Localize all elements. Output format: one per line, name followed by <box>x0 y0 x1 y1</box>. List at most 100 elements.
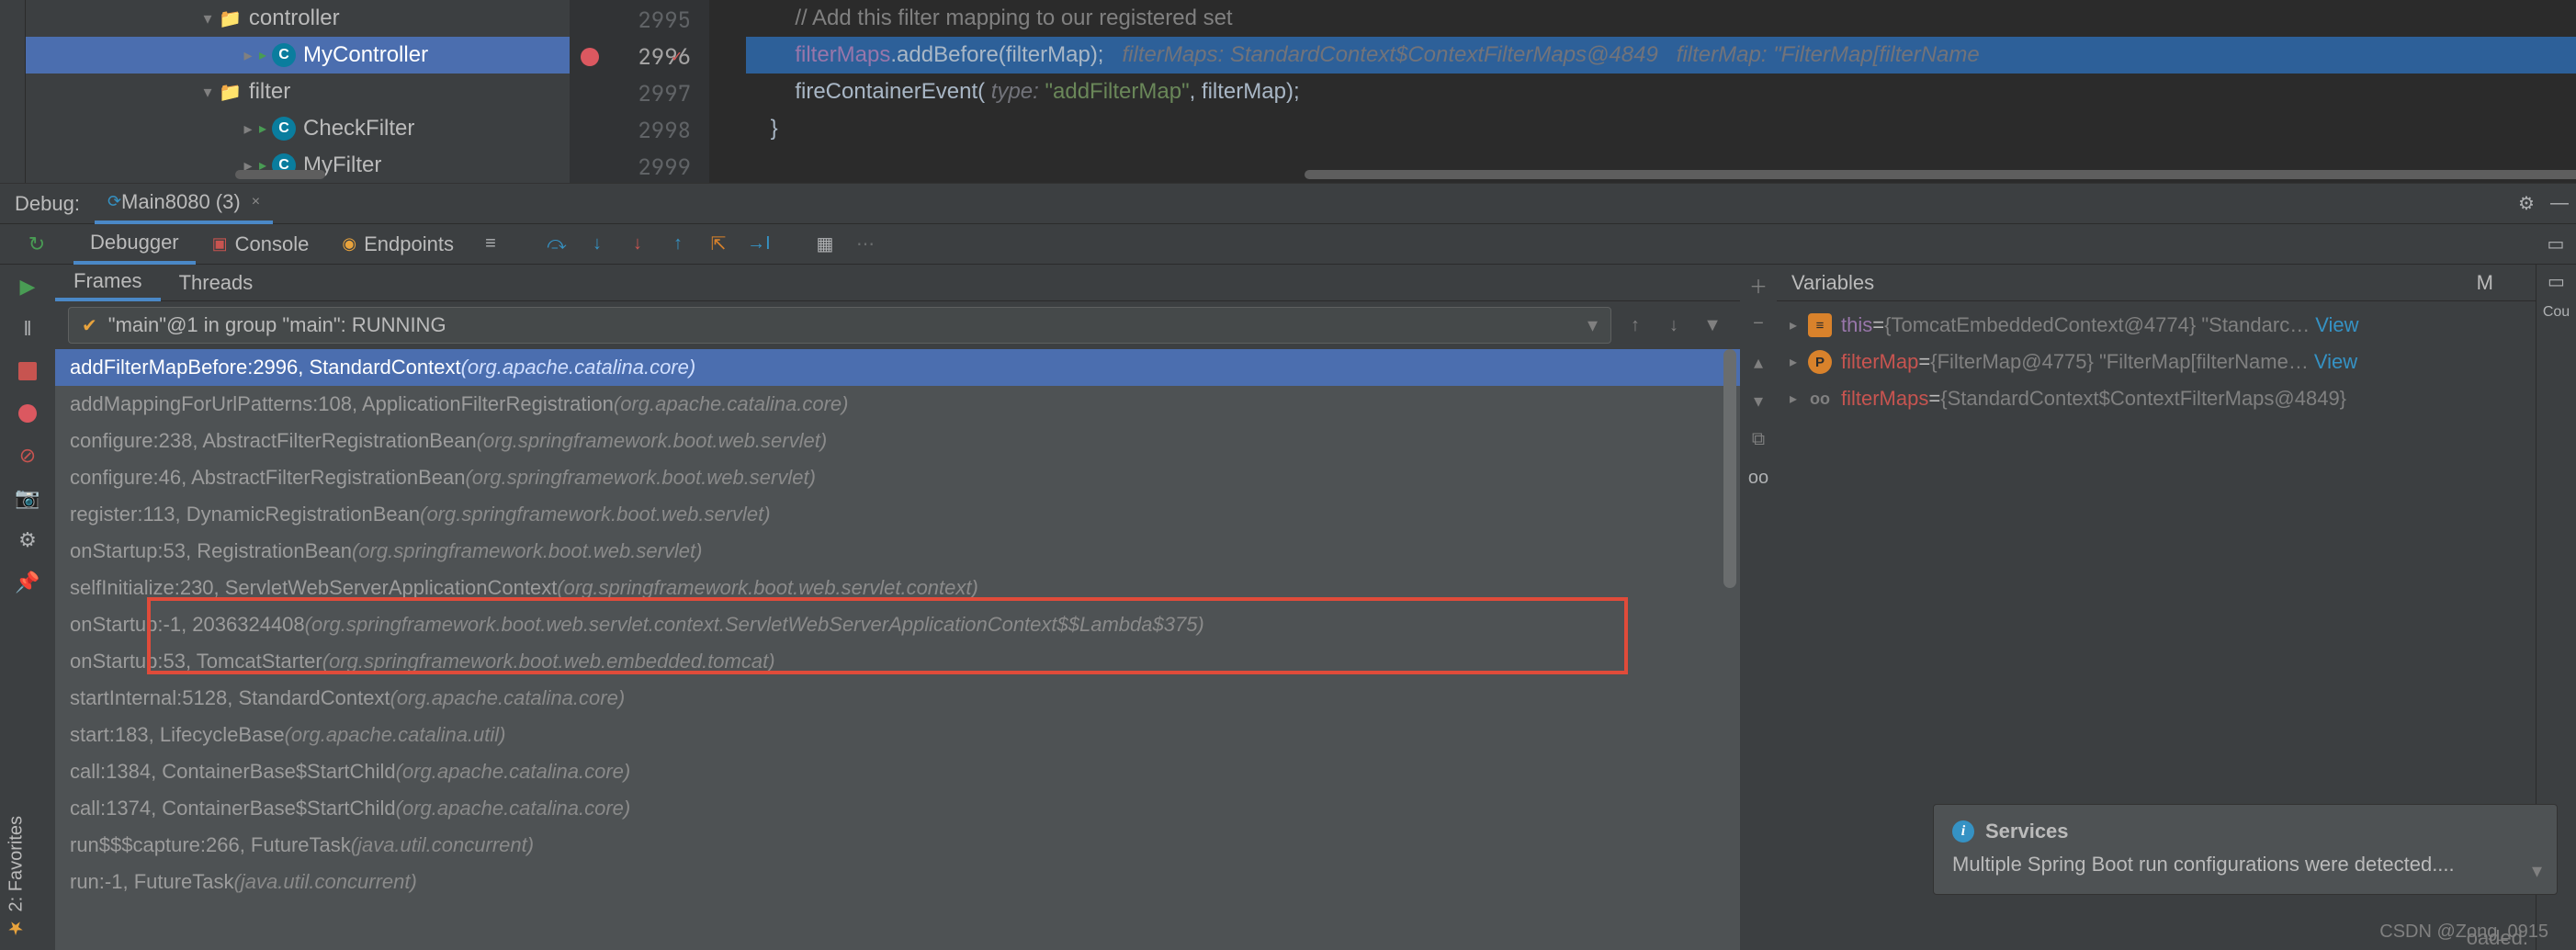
mute-breakpoints-icon[interactable]: ⊘ <box>11 439 44 472</box>
stack-frame[interactable]: run$$$capture:266, FutureTask (java.util… <box>55 827 1740 864</box>
thread-selector[interactable]: ✔ "main"@1 in group "main": RUNNING ▾ <box>68 307 1611 344</box>
stack-frame[interactable]: selfInitialize:230, ServletWebServerAppl… <box>55 570 1740 606</box>
variables-list[interactable]: ▸≡this = {TomcatEmbeddedContext@4774} "S… <box>1777 301 2536 619</box>
next-frame-icon[interactable]: ↓ <box>1659 315 1689 336</box>
stack-frame[interactable]: configure:238, AbstractFilterRegistratio… <box>55 423 1740 459</box>
stack-frame[interactable]: startInternal:5128, StandardContext (org… <box>55 680 1740 717</box>
glasses-icon[interactable]: oo <box>1744 463 1773 492</box>
tree-label: CheckFilter <box>303 116 414 141</box>
m-label: M <box>2477 271 2493 295</box>
run-to-cursor-icon[interactable]: →I <box>739 233 779 254</box>
evaluate-icon[interactable]: ▦ <box>805 232 845 255</box>
drop-frame-icon[interactable]: ⇱ <box>698 232 739 255</box>
frames-side-toolbar: ＋ − ▴ ▾ ⧉ oo <box>1740 265 1777 950</box>
stack-frame[interactable]: addFilterMapBefore:2996, StandardContext… <box>55 349 1740 386</box>
resume-icon[interactable]: ▶ <box>11 270 44 303</box>
code-line[interactable]: filterMaps.addBefore(filterMap); filterM… <box>746 37 2576 74</box>
breakpoint-icon[interactable] <box>581 48 599 66</box>
frames-list[interactable]: addFilterMapBefore:2996, StandardContext… <box>55 349 1740 950</box>
tree-item[interactable]: ▾📁controller <box>26 0 570 37</box>
view-link[interactable]: View <box>2315 313 2358 337</box>
code-line[interactable]: // Add this filter mapping to our regist… <box>746 0 2576 37</box>
stack-frame[interactable]: start:183, LifecycleBase (org.apache.cat… <box>55 717 1740 753</box>
project-tree[interactable]: ▾📁controller▸▸CMyController▾📁filter▸▸CCh… <box>26 0 570 183</box>
tree-expand-icon[interactable]: ▸ <box>241 46 255 65</box>
debug-toolbar: ↻ Debugger ▣ Console ◉ Endpoints ≡ ⤼ ↓ ↓… <box>0 224 2576 265</box>
force-step-into-icon[interactable]: ↓ <box>617 233 658 254</box>
add-watch-icon[interactable]: ＋ <box>1744 270 1773 300</box>
var-name: this <box>1841 313 1872 337</box>
camera-icon[interactable]: 📷 <box>11 481 44 515</box>
view-breakpoints-icon[interactable] <box>11 397 44 430</box>
copy-icon[interactable]: ⧉ <box>1744 424 1773 454</box>
rerun-icon[interactable]: ↻ <box>28 232 45 256</box>
settings-icon[interactable]: ⚙ <box>11 524 44 557</box>
tree-expand-icon[interactable]: ▾ <box>200 9 215 28</box>
step-into-icon[interactable]: ↓ <box>577 233 617 254</box>
stack-frame[interactable]: call:1384, ContainerBase$StartChild (org… <box>55 753 1740 790</box>
pin-icon[interactable]: 📌 <box>11 566 44 599</box>
frames-tab[interactable]: Frames <box>55 265 161 301</box>
editor-code[interactable]: // Add this filter mapping to our regist… <box>709 0 2576 183</box>
gutter-line[interactable]: 2998 <box>570 112 709 149</box>
gutter-line[interactable]: 2997 <box>570 75 709 112</box>
tree-expand-icon[interactable]: ▾ <box>200 83 215 102</box>
up-icon[interactable]: ▴ <box>1744 347 1773 377</box>
gear-icon[interactable]: ⚙ <box>2510 192 2543 215</box>
tree-scrollbar[interactable] <box>235 170 325 179</box>
tab-endpoints[interactable]: ◉ Endpoints <box>325 224 470 265</box>
tree-expand-icon[interactable]: ▸ <box>241 119 255 139</box>
remove-watch-icon[interactable]: − <box>1744 309 1773 338</box>
step-over-icon[interactable]: ⤼ <box>537 233 577 254</box>
view-link[interactable]: View <box>2314 350 2357 374</box>
threads-tab[interactable]: Threads <box>161 265 272 301</box>
gutter-strip <box>0 0 26 183</box>
frames-scrollbar[interactable] <box>1723 349 1736 588</box>
variable-row[interactable]: ▸oofilterMaps = {StandardContext$Context… <box>1777 380 2536 417</box>
notification-popup[interactable]: i Services Multiple Spring Boot run conf… <box>1933 804 2558 895</box>
stack-frame[interactable]: onStartup:53, RegistrationBean (org.spri… <box>55 533 1740 570</box>
gutter-line[interactable]: 2999 <box>570 149 709 183</box>
stack-frame[interactable]: addMappingForUrlPatterns:108, Applicatio… <box>55 386 1740 423</box>
filter-icon[interactable]: ▼ <box>1698 315 1727 336</box>
prev-frame-icon[interactable]: ↑ <box>1621 315 1650 336</box>
variable-row[interactable]: ▸≡this = {TomcatEmbeddedContext@4774} "S… <box>1777 307 2536 344</box>
expand-icon[interactable]: ▸ <box>1790 316 1808 334</box>
gutter-line[interactable]: ✓2996 <box>570 39 709 75</box>
trace-icon[interactable]: ⋯ <box>845 232 886 255</box>
down-icon[interactable]: ▾ <box>1744 386 1773 415</box>
code-line[interactable]: } <box>746 110 2576 147</box>
pause-icon[interactable]: ‖ <box>11 312 44 345</box>
layout-icon[interactable]: ▭ <box>2536 232 2576 255</box>
stop-button[interactable] <box>11 355 44 388</box>
notification-body: Multiple Spring Boot run configurations … <box>1952 851 2538 879</box>
minimize-icon[interactable]: — <box>2543 193 2576 214</box>
tree-item[interactable]: ▾📁filter <box>26 74 570 110</box>
stack-frame[interactable]: onStartup:-1, 2036324408 (org.springfram… <box>55 606 1740 643</box>
tab-console[interactable]: ▣ Console <box>196 224 326 265</box>
stack-frame[interactable]: call:1374, ContainerBase$StartChild (org… <box>55 790 1740 827</box>
chevron-down-icon[interactable]: ▾ <box>2532 859 2542 883</box>
step-out-icon[interactable]: ↑ <box>658 233 698 254</box>
editor[interactable]: 2995✓2996299729982999 // Add this filter… <box>570 0 2576 183</box>
expand-icon[interactable]: ▸ <box>1790 353 1808 371</box>
gutter-line[interactable]: 2995 <box>570 2 709 39</box>
expand-icon[interactable]: ▸ <box>1790 390 1808 408</box>
code-line[interactable]: fireContainerEvent( type: "addFilterMap"… <box>746 74 2576 110</box>
tab-debugger[interactable]: Debugger <box>73 224 196 265</box>
close-icon[interactable]: × <box>252 194 260 210</box>
editor-scrollbar[interactable] <box>1305 170 2576 179</box>
chevron-down-icon: ▾ <box>1587 313 1598 337</box>
favorites-tab[interactable]: ★ 2: Favorites <box>2 805 31 950</box>
variable-row[interactable]: ▸PfilterMap = {FilterMap@4775} "FilterMa… <box>1777 344 2536 380</box>
run-config-tab[interactable]: ⟳ Main8080 (3) × <box>95 184 273 224</box>
tree-item[interactable]: ▸▸CCheckFilter <box>26 110 570 147</box>
stack-frame[interactable]: register:113, DynamicRegistrationBean (o… <box>55 496 1740 533</box>
stack-frame[interactable]: configure:46, AbstractFilterRegistration… <box>55 459 1740 496</box>
stack-frame[interactable]: run:-1, FutureTask (java.util.concurrent… <box>55 864 1740 900</box>
var-name: filterMaps <box>1841 387 1928 411</box>
stack-frame[interactable]: onStartup:53, TomcatStarter (org.springf… <box>55 643 1740 680</box>
layout-right-icon[interactable]: ▭ <box>2548 270 2565 293</box>
threads-icon[interactable]: ≡ <box>470 233 511 254</box>
tree-item[interactable]: ▸▸CMyController <box>26 37 570 74</box>
